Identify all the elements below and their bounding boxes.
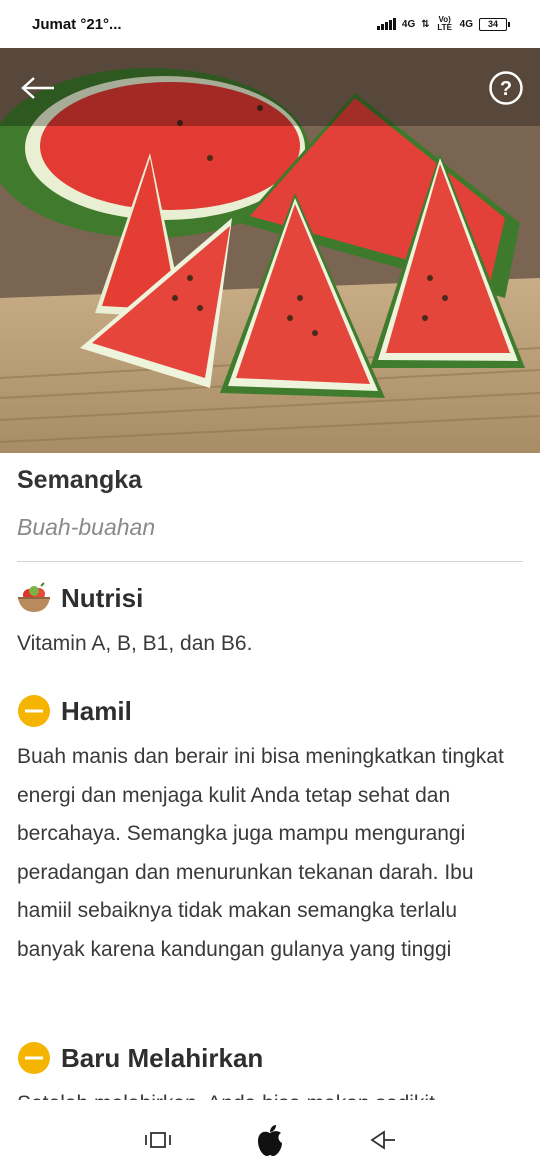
food-image: ?: [0, 48, 540, 453]
back-button[interactable]: [18, 68, 58, 108]
nutrition-text: Vitamin A, B, B1, dan B6.: [17, 632, 253, 655]
network-type-2: 4G: [459, 18, 473, 30]
status-time-weather: Jumat °21°...: [32, 15, 122, 33]
nav-back-button[interactable]: [362, 1122, 402, 1158]
help-button[interactable]: ?: [488, 70, 524, 106]
status-bar: Jumat °21°... 4G ⇅ Vo) LTE 4G 34: [0, 0, 540, 48]
back-triangle-icon: [370, 1130, 395, 1150]
svg-text:?: ?: [500, 78, 512, 100]
divider: [17, 561, 523, 562]
recent-apps-icon: [145, 1132, 171, 1148]
battery-icon: 34: [479, 17, 510, 31]
system-nav-bar: [0, 1110, 540, 1170]
recent-apps-button[interactable]: [138, 1122, 178, 1158]
battery-level: 34: [479, 17, 507, 31]
network-type-1: 4G: [401, 18, 416, 30]
signal-icon: [376, 18, 396, 30]
home-button[interactable]: [250, 1122, 290, 1158]
minus-circle-icon: [17, 1041, 51, 1075]
postpartum-title: Baru Melahirkan: [61, 1042, 264, 1073]
pregnant-header: Hamil: [17, 694, 132, 728]
minus-circle-icon: [17, 694, 51, 728]
food-title: Semangka: [17, 466, 143, 494]
food-category: Buah-buahan: [17, 514, 156, 540]
question-circle-icon: ?: [489, 71, 523, 105]
postpartum-header: Baru Melahirkan: [17, 1041, 263, 1075]
fruit-bowl-icon: [17, 581, 51, 615]
nutrition-title: Nutrisi: [61, 582, 144, 613]
apple-home-icon: [258, 1125, 282, 1156]
arrow-left-icon: [21, 77, 54, 99]
data-arrows-icon: ⇅: [421, 18, 430, 30]
hero-top-overlay: [0, 48, 540, 126]
nutrition-header: Nutrisi: [17, 581, 143, 615]
volte-label: Vo) LTE: [437, 15, 452, 32]
pregnant-title: Hamil: [61, 695, 132, 726]
pregnant-text: Buah manis dan berair ini bisa meningkat…: [17, 745, 504, 961]
status-icons: 4G ⇅ Vo) LTE 4G 34: [376, 15, 510, 32]
